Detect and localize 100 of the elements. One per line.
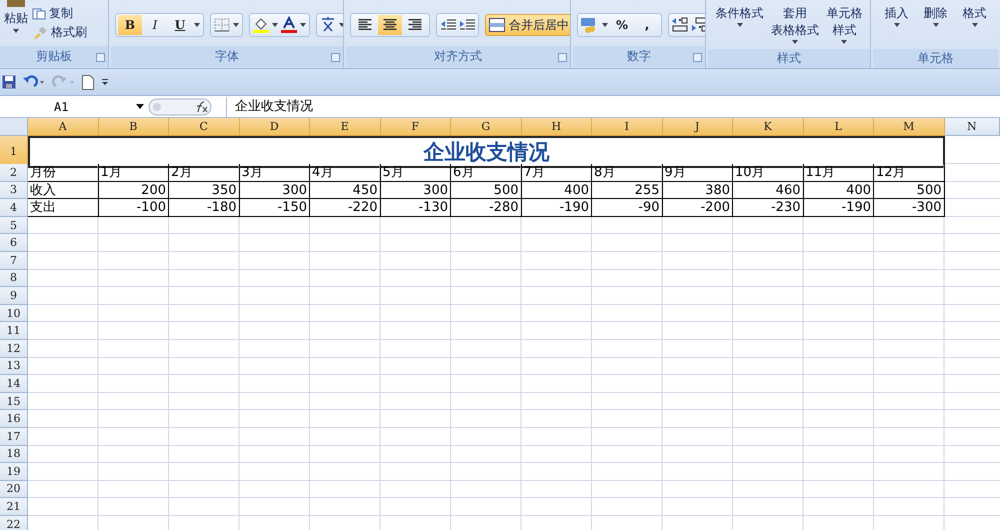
caret-icon[interactable] bbox=[841, 40, 848, 44]
align-left-icon bbox=[358, 19, 372, 31]
cells-menu-button[interactable]: 格式 bbox=[962, 6, 986, 27]
cells-menu-button[interactable]: 删除 bbox=[924, 6, 948, 27]
column-header[interactable]: E bbox=[310, 118, 380, 136]
caret-icon[interactable] bbox=[932, 23, 938, 27]
comma-style-button[interactable]: , bbox=[635, 15, 659, 35]
percent-style-button[interactable]: % bbox=[610, 15, 634, 35]
style-menu-button[interactable]: 套用 表格格式 bbox=[770, 6, 819, 44]
phonetic-guide-icon[interactable] bbox=[319, 16, 337, 34]
caret-icon[interactable] bbox=[300, 23, 306, 27]
row-header[interactable]: 13 bbox=[0, 358, 28, 376]
borders-icon[interactable] bbox=[213, 17, 231, 33]
caret-icon[interactable] bbox=[792, 40, 798, 44]
column-header[interactable]: I bbox=[592, 118, 662, 136]
dialog-launcher-icon[interactable] bbox=[693, 53, 702, 62]
align-center-button[interactable] bbox=[378, 15, 402, 35]
row-header[interactable]: 14 bbox=[0, 375, 28, 393]
row-header[interactable]: 9 bbox=[0, 287, 28, 305]
row-header[interactable]: 17 bbox=[0, 428, 28, 446]
column-header[interactable]: D bbox=[240, 118, 310, 136]
style-menu-button[interactable]: 单元格 样式 bbox=[826, 6, 862, 44]
table-cell: 7月 bbox=[522, 164, 592, 182]
row-header[interactable]: 12 bbox=[0, 340, 28, 358]
row-header[interactable]: 3 bbox=[0, 182, 28, 200]
name-box[interactable]: A1 bbox=[0, 96, 148, 116]
cells-menu-button[interactable]: 插入 bbox=[884, 6, 908, 27]
caret-icon[interactable] bbox=[736, 23, 743, 27]
style-menu-button[interactable]: 条件格式 bbox=[716, 6, 764, 27]
column-header[interactable]: C bbox=[169, 118, 240, 136]
insert-function-icon[interactable] bbox=[148, 98, 212, 116]
table-cell: -220 bbox=[310, 199, 380, 217]
column-header[interactable]: H bbox=[522, 118, 592, 136]
row-header[interactable]: 11 bbox=[0, 322, 28, 340]
caret-icon[interactable] bbox=[233, 23, 239, 27]
row-header[interactable]: 6 bbox=[0, 234, 28, 252]
table-cell: -200 bbox=[662, 199, 733, 217]
row-header[interactable]: 18 bbox=[0, 446, 28, 464]
column-header[interactable]: M bbox=[874, 118, 944, 136]
group-label: 对齐方式 bbox=[434, 48, 482, 65]
new-document-icon[interactable] bbox=[82, 74, 94, 90]
table-cell: 6月 bbox=[451, 164, 522, 182]
caret-icon[interactable] bbox=[272, 23, 278, 27]
undo-icon[interactable] bbox=[22, 75, 46, 89]
column-header[interactable]: B bbox=[98, 118, 169, 136]
table-cell: -280 bbox=[451, 199, 522, 217]
column-header[interactable]: L bbox=[804, 118, 874, 136]
table-cell: 12月 bbox=[874, 164, 944, 182]
row-header[interactable]: 10 bbox=[0, 304, 28, 322]
font-color-icon[interactable] bbox=[280, 16, 298, 34]
row-header[interactable]: 8 bbox=[0, 270, 28, 288]
row-header[interactable]: 16 bbox=[0, 410, 28, 428]
caret-icon[interactable] bbox=[194, 23, 200, 27]
column-header[interactable]: F bbox=[380, 118, 451, 136]
customize-menu-icon[interactable] bbox=[100, 77, 110, 87]
row-header[interactable]: 22 bbox=[0, 516, 28, 530]
column-header[interactable]: N bbox=[944, 118, 1000, 136]
merge-center-button[interactable]: 合并后居中 bbox=[485, 14, 570, 36]
save-icon[interactable] bbox=[2, 75, 16, 89]
paste-button[interactable]: 粘贴 bbox=[4, 0, 28, 46]
format-painter-button[interactable]: 格式刷 bbox=[32, 24, 87, 41]
decrease-decimal-icon[interactable] bbox=[690, 17, 705, 33]
copy-icon bbox=[32, 8, 46, 20]
row-header[interactable]: 4 bbox=[0, 199, 28, 217]
row-header[interactable]: 7 bbox=[0, 252, 28, 270]
dialog-launcher-icon[interactable] bbox=[96, 53, 105, 62]
column-header[interactable]: J bbox=[662, 118, 733, 136]
fill-color-icon[interactable] bbox=[252, 16, 270, 34]
group-label: 字体 bbox=[215, 48, 239, 65]
column-header[interactable]: K bbox=[733, 118, 804, 136]
column-header[interactable]: A bbox=[28, 118, 98, 136]
table-cell: -230 bbox=[733, 199, 804, 217]
increase-decimal-icon[interactable] bbox=[671, 17, 689, 33]
table-cell: 9月 bbox=[662, 164, 733, 182]
row-header[interactable]: 21 bbox=[0, 498, 28, 516]
table-cell: 400 bbox=[522, 182, 592, 200]
column-header[interactable]: G bbox=[451, 118, 522, 136]
dialog-launcher-icon[interactable] bbox=[331, 53, 340, 62]
underline-button[interactable]: U bbox=[168, 15, 192, 35]
table-cell: 255 bbox=[592, 182, 662, 200]
row-header[interactable]: 2 bbox=[0, 164, 28, 182]
copy-button[interactable]: 复制 bbox=[32, 5, 87, 22]
table-cell: -190 bbox=[522, 199, 592, 217]
row-header[interactable]: 19 bbox=[0, 463, 28, 481]
table-cell: 460 bbox=[733, 182, 804, 200]
caret-icon[interactable] bbox=[602, 23, 608, 27]
caret-icon[interactable] bbox=[972, 23, 978, 27]
table-cell: 200 bbox=[98, 182, 169, 200]
table-cell: 月份 bbox=[28, 164, 98, 182]
dialog-launcher-icon[interactable] bbox=[558, 53, 567, 62]
caret-icon[interactable] bbox=[13, 29, 19, 33]
row-header[interactable]: 5 bbox=[0, 216, 28, 234]
formula-field[interactable]: 企业收支情况 bbox=[226, 96, 1000, 116]
caret-icon[interactable] bbox=[136, 104, 144, 109]
merge-cells-icon bbox=[489, 18, 505, 32]
caret-icon[interactable] bbox=[894, 23, 900, 27]
bold-button[interactable]: B bbox=[118, 15, 142, 35]
row-header[interactable]: 20 bbox=[0, 480, 28, 498]
italic-button[interactable]: I bbox=[143, 15, 167, 35]
row-header[interactable]: 15 bbox=[0, 392, 28, 410]
